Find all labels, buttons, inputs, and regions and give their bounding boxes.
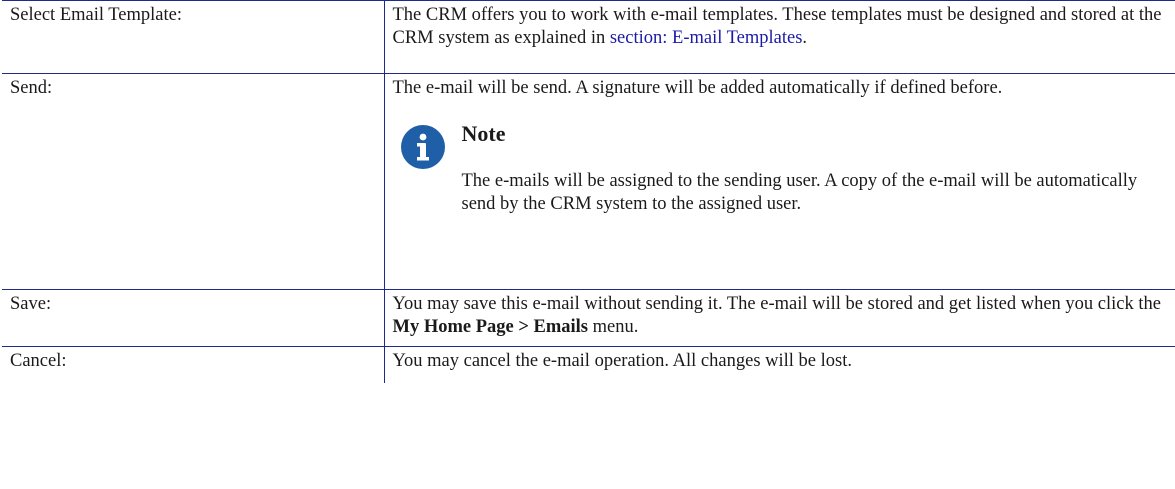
term-label: Save: xyxy=(10,294,52,314)
term-cell: Send: xyxy=(2,73,385,290)
note-box: Note The e-mails will be assigned to the… xyxy=(393,114,1170,216)
description-suffix: . xyxy=(802,28,808,48)
note-body: The e-mails will be assigned to the send… xyxy=(461,171,1138,214)
term-label: Cancel: xyxy=(10,351,67,371)
description-cell: You may cancel the e-mail operation. All… xyxy=(383,346,1175,383)
note-title: Note xyxy=(461,121,506,146)
table-row: Select Email Template: The CRM offers yo… xyxy=(2,0,1175,74)
menu-path: My Home Page > Emails xyxy=(392,317,589,337)
table-row: Cancel: You may cancel the e-mail operat… xyxy=(2,346,1175,383)
term-cell: Select Email Template: xyxy=(2,0,385,74)
definition-table: Select Email Template: The CRM offers yo… xyxy=(2,0,1175,383)
description-cell: The CRM offers you to work with e-mail t… xyxy=(383,0,1175,74)
description-cell: You may save this e-mail without sending… xyxy=(383,289,1175,347)
section-link[interactable]: section: E-mail Templates xyxy=(610,28,803,48)
table-row: Send: The e-mail will be send. A signatu… xyxy=(2,73,1175,290)
description-cell: The e-mail will be send. A signature wil… xyxy=(383,73,1175,290)
description-suffix: menu. xyxy=(592,317,639,337)
term-label: Send: xyxy=(10,78,53,98)
term-label: Select Email Template: xyxy=(10,5,183,25)
description-text: The e-mail will be send. A signature wil… xyxy=(392,78,1003,98)
description-text: You may cancel the e-mail operation. All… xyxy=(392,351,852,371)
term-cell: Save: xyxy=(2,289,385,347)
table-row: Save: You may save this e-mail without s… xyxy=(2,289,1175,347)
description-text: You may save this e-mail without sending… xyxy=(392,294,1161,314)
info-icon xyxy=(400,125,445,169)
term-cell: Cancel: xyxy=(2,346,385,383)
